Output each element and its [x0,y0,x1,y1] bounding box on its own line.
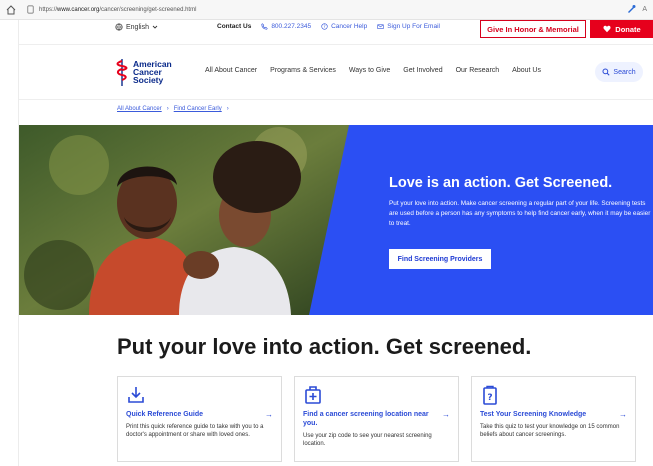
card-description: Take this quiz to test your knowledge on… [480,424,620,438]
utility-bar: English Contact Us 800.227.2345 ? Cancer… [19,20,653,42]
search-button[interactable]: Search [595,62,643,82]
card-description: Print this quick reference guide to take… [126,424,264,438]
url-domain: www.cancer.org [57,6,100,13]
nav-item-ways-to-give[interactable]: Ways to Give [349,67,390,74]
svg-text:?: ? [323,24,325,29]
sign-up-label: Sign Up For Email [387,23,440,30]
breadcrumb-all-about-cancer[interactable]: All About Cancer [117,106,162,112]
language-label: English [126,23,149,31]
donate-label: Donate [615,24,641,34]
page: English Contact Us 800.227.2345 ? Cancer… [18,20,653,466]
card-description: Use your zip code to see your nearest sc… [303,433,432,447]
breadcrumb: All About Cancer › Find Cancer Early › [117,106,229,112]
heart-icon [603,25,611,33]
donate-button[interactable]: Donate [590,20,653,38]
card-find-screening-location[interactable]: Find a cancer screening location near yo… [294,376,459,462]
page-icon [27,5,34,14]
section-heading: Put your love into action. Get screened. [117,334,532,359]
caduceus-logo-icon [116,59,128,86]
hero-banner: Love is an action. Get Screened. Put you… [19,125,653,315]
phone-link[interactable]: 800.227.2345 [261,23,311,30]
nav-item-about-us[interactable]: About Us [512,67,541,74]
nav-item-programs-services[interactable]: Programs & Services [270,67,336,74]
extension-icon[interactable] [626,4,636,14]
arrow-right-icon: → [442,410,450,419]
logo-wordmark: American Cancer Society [133,60,172,85]
address-bar[interactable]: https://www.cancer.org/cancer/screening/… [26,3,196,17]
card-test-screening-knowledge[interactable]: ? Test Your Screening Knowledge → Take t… [471,376,636,462]
chevron-right-icon: › [166,106,169,112]
home-icon[interactable] [4,3,18,17]
utility-links: Contact Us 800.227.2345 ? Cancer Help Si… [217,23,440,30]
download-icon [128,387,144,403]
card-title: Test Your Screening Knowledge [480,411,587,418]
arrow-right-icon: → [619,410,627,419]
quiz-icon: ? [483,385,497,405]
nav-item-get-involved[interactable]: Get Involved [403,67,442,74]
url-prefix: https:// [39,6,58,13]
acs-logo[interactable]: American Cancer Society [115,57,172,87]
logo-line-3: Society [133,75,164,85]
mail-icon [377,24,384,29]
hero-couple-photo [19,125,349,315]
chevron-down-icon [152,25,158,29]
chevron-right-icon: › [226,106,229,112]
help-icon: ? [321,23,328,30]
globe-icon [115,23,123,31]
reader-icon[interactable]: A [642,6,647,13]
hero-title: Love is an action. Get Screened. [389,175,613,191]
url-path: /cancer/screening/get-screened.html [99,6,197,13]
nav-item-our-research[interactable]: Our Research [456,67,500,74]
sign-up-email-link[interactable]: Sign Up For Email [377,23,440,30]
cancer-help-label: Cancer Help [331,23,368,30]
browser-extensions: A [626,4,647,14]
breadcrumb-find-cancer-early[interactable]: Find Cancer Early [174,106,222,112]
card-title: Find a cancer screening location near yo… [303,411,429,427]
phone-number: 800.227.2345 [271,23,312,30]
language-selector[interactable]: English [115,23,158,31]
find-screening-providers-button[interactable]: Find Screening Providers [389,249,491,269]
contact-us-link[interactable]: Contact Us [217,23,251,30]
give-in-honor-button[interactable]: Give In Honor & Memorial [480,20,586,38]
nav-menu: All About Cancer Programs & Services Way… [205,67,541,74]
main-navigation: American Cancer Society All About Cancer… [19,44,653,100]
phone-icon [261,23,269,30]
svg-text:?: ? [487,393,492,403]
arrow-right-icon: → [265,410,273,419]
browser-toolbar: https://www.cancer.org/cancer/screening/… [0,0,653,20]
search-icon [602,68,610,76]
cancer-help-link[interactable]: ? Cancer Help [321,23,367,30]
hospital-icon [305,386,321,404]
card-quick-reference-guide[interactable]: Quick Reference Guide → Print this quick… [117,376,282,462]
nav-item-all-about-cancer[interactable]: All About Cancer [205,67,257,74]
search-label: Search [613,68,636,76]
hero-description: Put your love into action. Make cancer s… [389,200,651,227]
card-title: Quick Reference Guide [126,411,204,418]
